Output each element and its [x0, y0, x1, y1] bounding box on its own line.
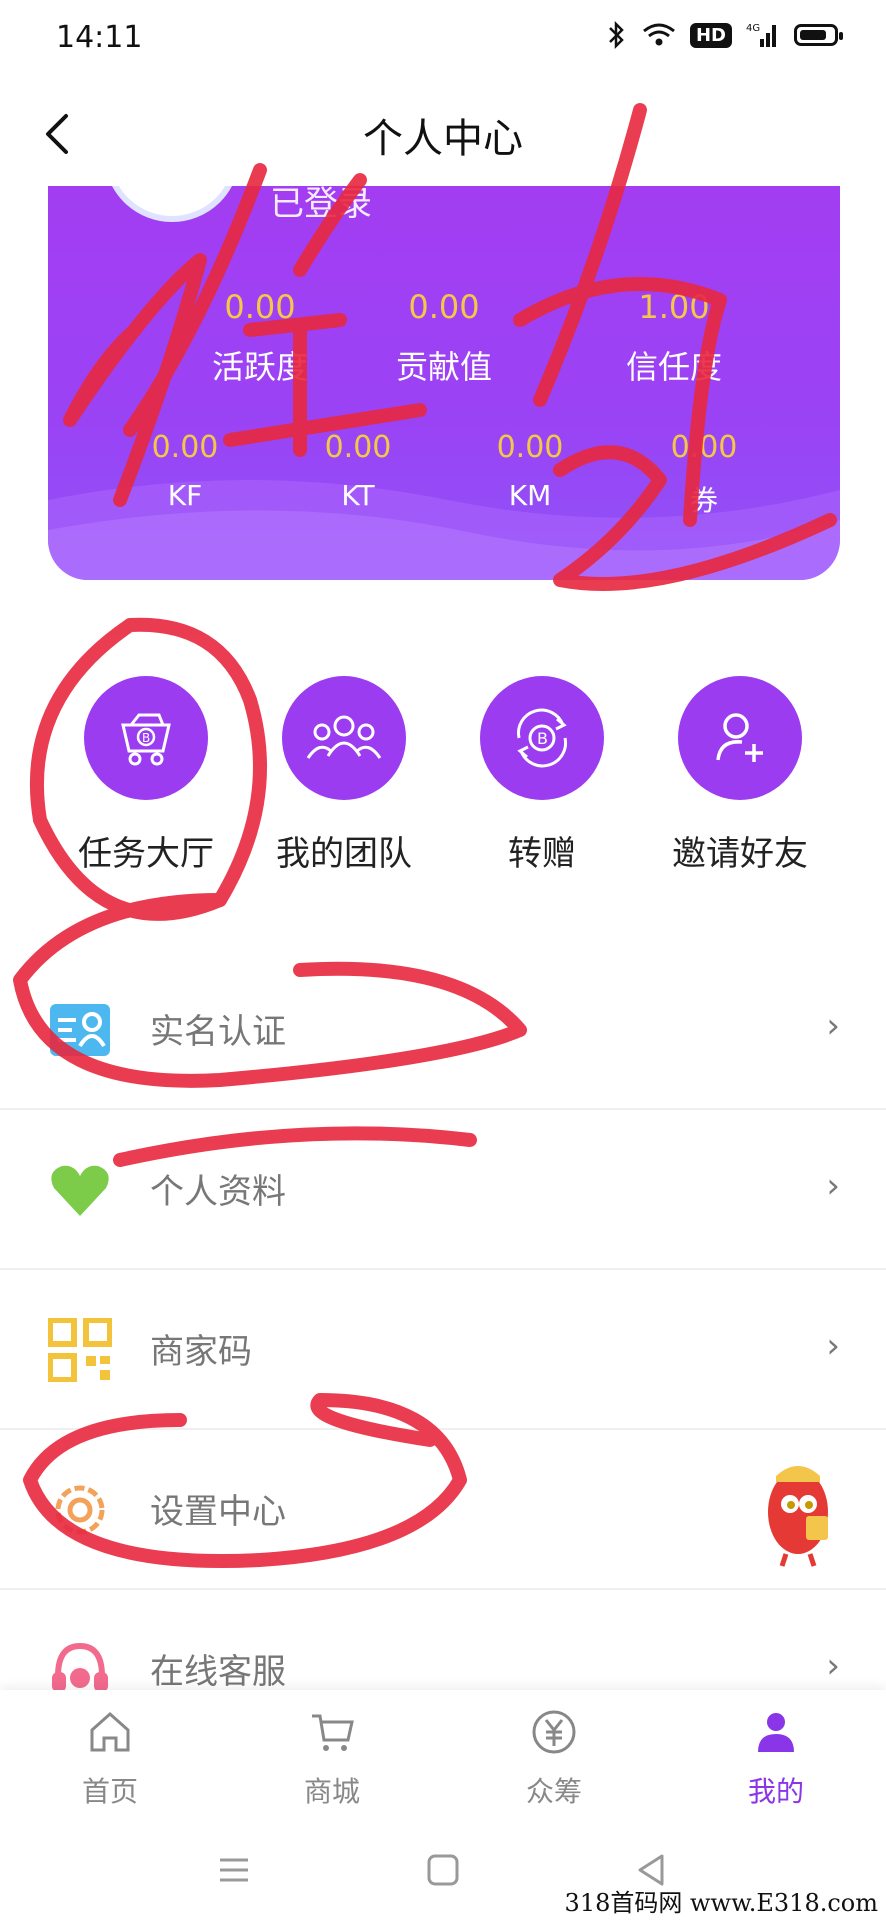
svg-text:B: B — [142, 731, 150, 745]
hd-badge: HD — [689, 22, 732, 48]
stat-value: 0.00 — [496, 430, 564, 465]
menu-label: 个人资料 — [150, 1172, 286, 1212]
my-team-button[interactable]: 我的团队 — [244, 676, 444, 875]
status-bar: 14:11 HD 4G — [0, 0, 886, 80]
stat-value: 0.00 — [151, 430, 219, 465]
chevron-right-icon: › — [826, 1326, 840, 1366]
stat-contribution: 0.00 贡献值 — [344, 288, 544, 388]
qa-label: 我的团队 — [276, 834, 412, 874]
stat-label: 券 — [689, 484, 718, 517]
stat-value: 0.00 — [224, 288, 296, 326]
home-square-icon[interactable] — [423, 1850, 463, 1890]
gear-icon — [55, 1485, 105, 1535]
qa-label: 邀请好友 — [672, 834, 808, 874]
chevron-right-icon: › — [826, 1166, 840, 1206]
task-hall-button[interactable]: B 任务大厅 — [46, 676, 246, 875]
settings-menu: 实名认证 › 个人资料 › 商家码 › 设置中心 在线客服 › — [0, 950, 886, 1710]
stat-value: 1.00 — [638, 288, 710, 326]
transfer-coin-icon: B — [480, 676, 604, 800]
qa-label: 转赠 — [508, 834, 576, 874]
battery-icon — [794, 24, 843, 46]
svg-text:4G: 4G — [746, 23, 760, 34]
tab-home[interactable]: 首页 — [30, 1708, 190, 1810]
stat-label: 贡献值 — [395, 348, 492, 386]
bottom-tab-bar: 首页 商城 众筹 我的 — [0, 1690, 886, 1820]
quick-actions: B 任务大厅 我的团队 B 转赠 邀请好友 — [0, 676, 886, 876]
stat-activity: 0.00 活跃度 — [160, 288, 360, 388]
svg-text:B: B — [537, 729, 548, 748]
stat-label: KT — [341, 479, 375, 512]
menu-icon[interactable] — [214, 1850, 254, 1890]
cart-icon — [312, 1714, 354, 1751]
stat-label: KM — [508, 479, 552, 512]
status-icons: HD 4G — [606, 20, 843, 50]
chevron-right-icon: › — [826, 1006, 840, 1046]
menu-item-settings[interactable]: 设置中心 — [0, 1430, 886, 1590]
menu-label: 设置中心 — [150, 1492, 286, 1532]
status-time: 14:11 — [56, 20, 143, 55]
menu-item-real-name[interactable]: 实名认证 › — [0, 950, 886, 1110]
tab-label: 商城 — [303, 1775, 360, 1808]
stat-kt: 0.00 KT — [258, 430, 458, 512]
tab-crowdfunding[interactable]: 众筹 — [474, 1708, 634, 1810]
wifi-icon — [643, 23, 675, 46]
add-friend-icon — [678, 676, 802, 800]
tab-label: 首页 — [81, 1775, 138, 1808]
yen-coin-icon — [532, 1710, 576, 1754]
red-packet-mascot-icon[interactable] — [736, 1450, 846, 1570]
transfer-button[interactable]: B 转赠 — [442, 676, 642, 875]
qr-code-icon — [48, 1318, 112, 1382]
user-icon — [758, 1713, 794, 1752]
avatar[interactable] — [104, 186, 240, 222]
menu-label: 商家码 — [150, 1332, 252, 1372]
stat-km: 0.00 KM — [430, 430, 630, 512]
heart-icon — [51, 1165, 109, 1216]
stat-label: KF — [167, 479, 203, 512]
menu-item-profile[interactable]: 个人资料 › — [0, 1110, 886, 1270]
stat-label: 信任度 — [625, 348, 722, 386]
nav-bar: 个人中心 — [0, 80, 886, 186]
tab-label: 我的 — [747, 1775, 804, 1808]
menu-label: 在线客服 — [150, 1652, 286, 1692]
home-icon — [90, 1711, 130, 1752]
tab-mall[interactable]: 商城 — [252, 1708, 412, 1810]
stat-kf: 0.00 KF — [85, 430, 285, 512]
watermark: 318首码网 www.E318.com — [564, 1889, 878, 1917]
bluetooth-icon — [609, 20, 624, 50]
chevron-right-icon: › — [826, 1646, 840, 1686]
tab-label: 众筹 — [525, 1775, 582, 1808]
id-card-icon — [50, 1004, 110, 1056]
page-title: 个人中心 — [363, 116, 523, 162]
team-icon — [282, 676, 406, 800]
signal-icon: 4G — [746, 23, 776, 47]
stat-value: 0.00 — [670, 430, 738, 465]
stat-coupon: 0.00 券 — [604, 430, 804, 519]
stat-trust: 1.00 信任度 — [574, 288, 774, 388]
menu-label: 实名认证 — [150, 1012, 286, 1052]
username: 已登录 — [270, 186, 372, 224]
mining-cart-icon: B — [84, 676, 208, 800]
stat-value: 0.00 — [324, 430, 392, 465]
tab-mine[interactable]: 我的 — [696, 1708, 856, 1810]
stat-value: 0.00 — [408, 288, 480, 326]
qa-label: 任务大厅 — [78, 834, 214, 874]
profile-card: 已登录 0.00 活跃度 0.00 贡献值 1.00 信任度 0.00 KF 0… — [48, 186, 840, 580]
stat-label: 活跃度 — [211, 348, 308, 386]
menu-item-merchant-code[interactable]: 商家码 › — [0, 1270, 886, 1430]
invite-friend-button[interactable]: 邀请好友 — [640, 676, 840, 875]
